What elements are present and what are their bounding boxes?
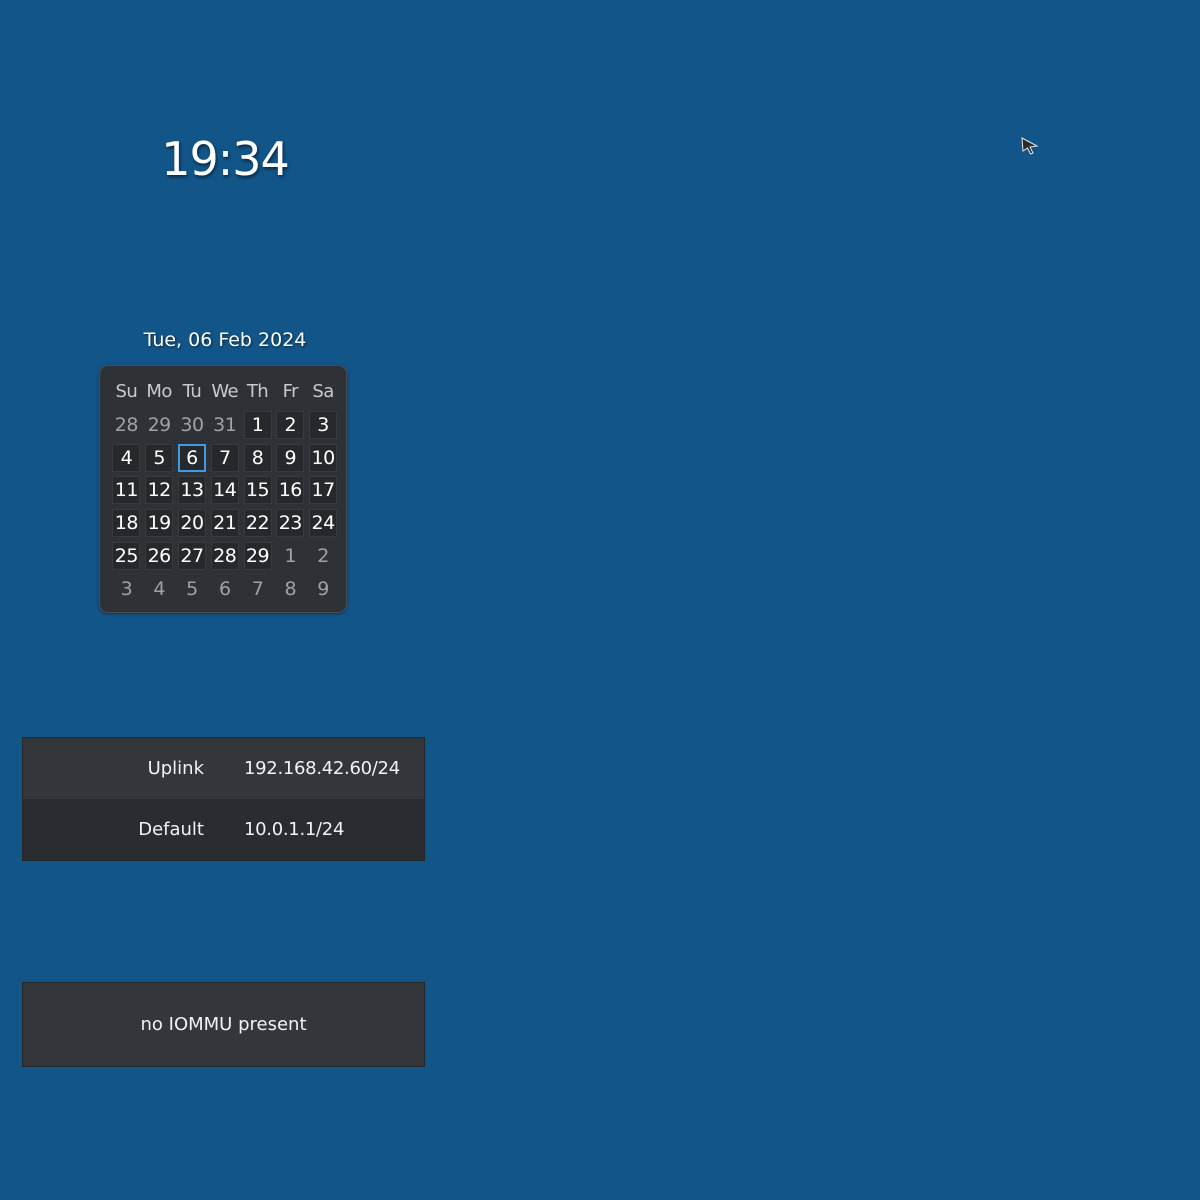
calendar-day[interactable]: 1 [276,542,304,570]
calendar-day[interactable]: 31 [211,411,239,439]
calendar-day[interactable]: 20 [177,509,206,537]
network-interface-name: Default [138,819,204,840]
calendar-week-row: 28 29 30 31 1 2 3 [110,409,339,441]
calendar-day[interactable]: 10 [309,444,338,472]
date-label: Tue, 06 Feb 2024 [143,329,307,351]
network-interface-name: Uplink [147,758,204,779]
calendar-week-row: 18 19 20 21 22 23 24 [110,507,339,539]
network-row-default: Default 10.0.1.1/24 [23,799,424,860]
calendar-day[interactable]: 3 [309,411,338,439]
network-interface-address: 10.0.1.1/24 [244,819,345,840]
calendar-weekday-header: Su Mo Tu We Th Fr Sa [110,376,339,408]
weekday-label: Sa [312,381,334,402]
calendar-day[interactable]: 8 [243,444,272,472]
calendar-day[interactable]: 28 [210,542,239,570]
calendar-day[interactable]: 17 [309,476,338,504]
calendar-day[interactable]: 9 [276,444,305,472]
weekday-label: Th [246,381,269,402]
calendar-day[interactable]: 2 [276,411,305,439]
calendar-day[interactable]: 4 [112,444,141,472]
calendar-day[interactable]: 22 [243,509,272,537]
calendar-day-today[interactable]: 6 [177,444,206,472]
calendar-day[interactable]: 11 [112,476,141,504]
calendar-day[interactable]: 8 [276,575,304,603]
calendar-day[interactable]: 5 [178,575,206,603]
weekday-label: Tu [182,381,202,402]
calendar-day[interactable]: 15 [243,476,272,504]
calendar-day[interactable]: 6 [211,575,239,603]
calendar-day[interactable]: 24 [309,509,338,537]
calendar-day[interactable]: 23 [276,509,305,537]
calendar-day[interactable]: 13 [177,476,206,504]
calendar-day[interactable]: 30 [178,411,206,439]
network-panel: Uplink 192.168.42.60/24 Default 10.0.1.1… [22,737,425,861]
calendar-day[interactable]: 28 [112,411,140,439]
calendar-day[interactable]: 14 [210,476,239,504]
calendar-day[interactable]: 25 [112,542,141,570]
weekday-label: Su [115,381,138,402]
calendar-week-row: 4 5 6 7 8 9 10 [110,442,339,474]
calendar-day[interactable]: 26 [145,542,174,570]
weekday-label: We [211,381,239,402]
calendar-day[interactable]: 4 [145,575,173,603]
calendar-day[interactable]: 18 [112,509,141,537]
calendar-day[interactable]: 7 [210,444,239,472]
clock-time: 19:34 [161,132,290,186]
weekday-label: Fr [282,381,299,402]
calendar-week-row: 3456789 [110,573,339,605]
calendar-day[interactable]: 29 [243,542,272,570]
iommu-status-text: no IOMMU present [140,1014,307,1035]
calendar-day[interactable]: 12 [145,476,174,504]
calendar-day[interactable]: 27 [177,542,206,570]
calendar-day[interactable]: 7 [244,575,272,603]
calendar-day[interactable]: 16 [276,476,305,504]
calendar-week-row: 11 12 13 14 15 16 17 [110,474,339,506]
calendar-day[interactable]: 1 [243,411,272,439]
calendar-day[interactable]: 29 [145,411,173,439]
calendar-widget: Su Mo Tu We Th Fr Sa 28 29 30 31 1 2 3 4 5 6 7 8 9 10… [99,365,347,613]
weekday-label: Mo [146,381,172,402]
network-interface-address: 192.168.42.60/24 [244,758,400,779]
calendar-day[interactable]: 3 [112,575,140,603]
mouse-pointer-icon [1021,137,1039,155]
iommu-status-panel: no IOMMU present [22,982,425,1067]
calendar-day[interactable]: 5 [145,444,174,472]
calendar-day[interactable]: 21 [210,509,239,537]
calendar-day[interactable]: 19 [145,509,174,537]
calendar-day[interactable]: 9 [309,575,337,603]
network-row-uplink: Uplink 192.168.42.60/24 [23,738,424,799]
calendar-day[interactable]: 2 [309,542,337,570]
calendar-week-row: 25 26 27 28 29 1 2 [110,540,339,572]
